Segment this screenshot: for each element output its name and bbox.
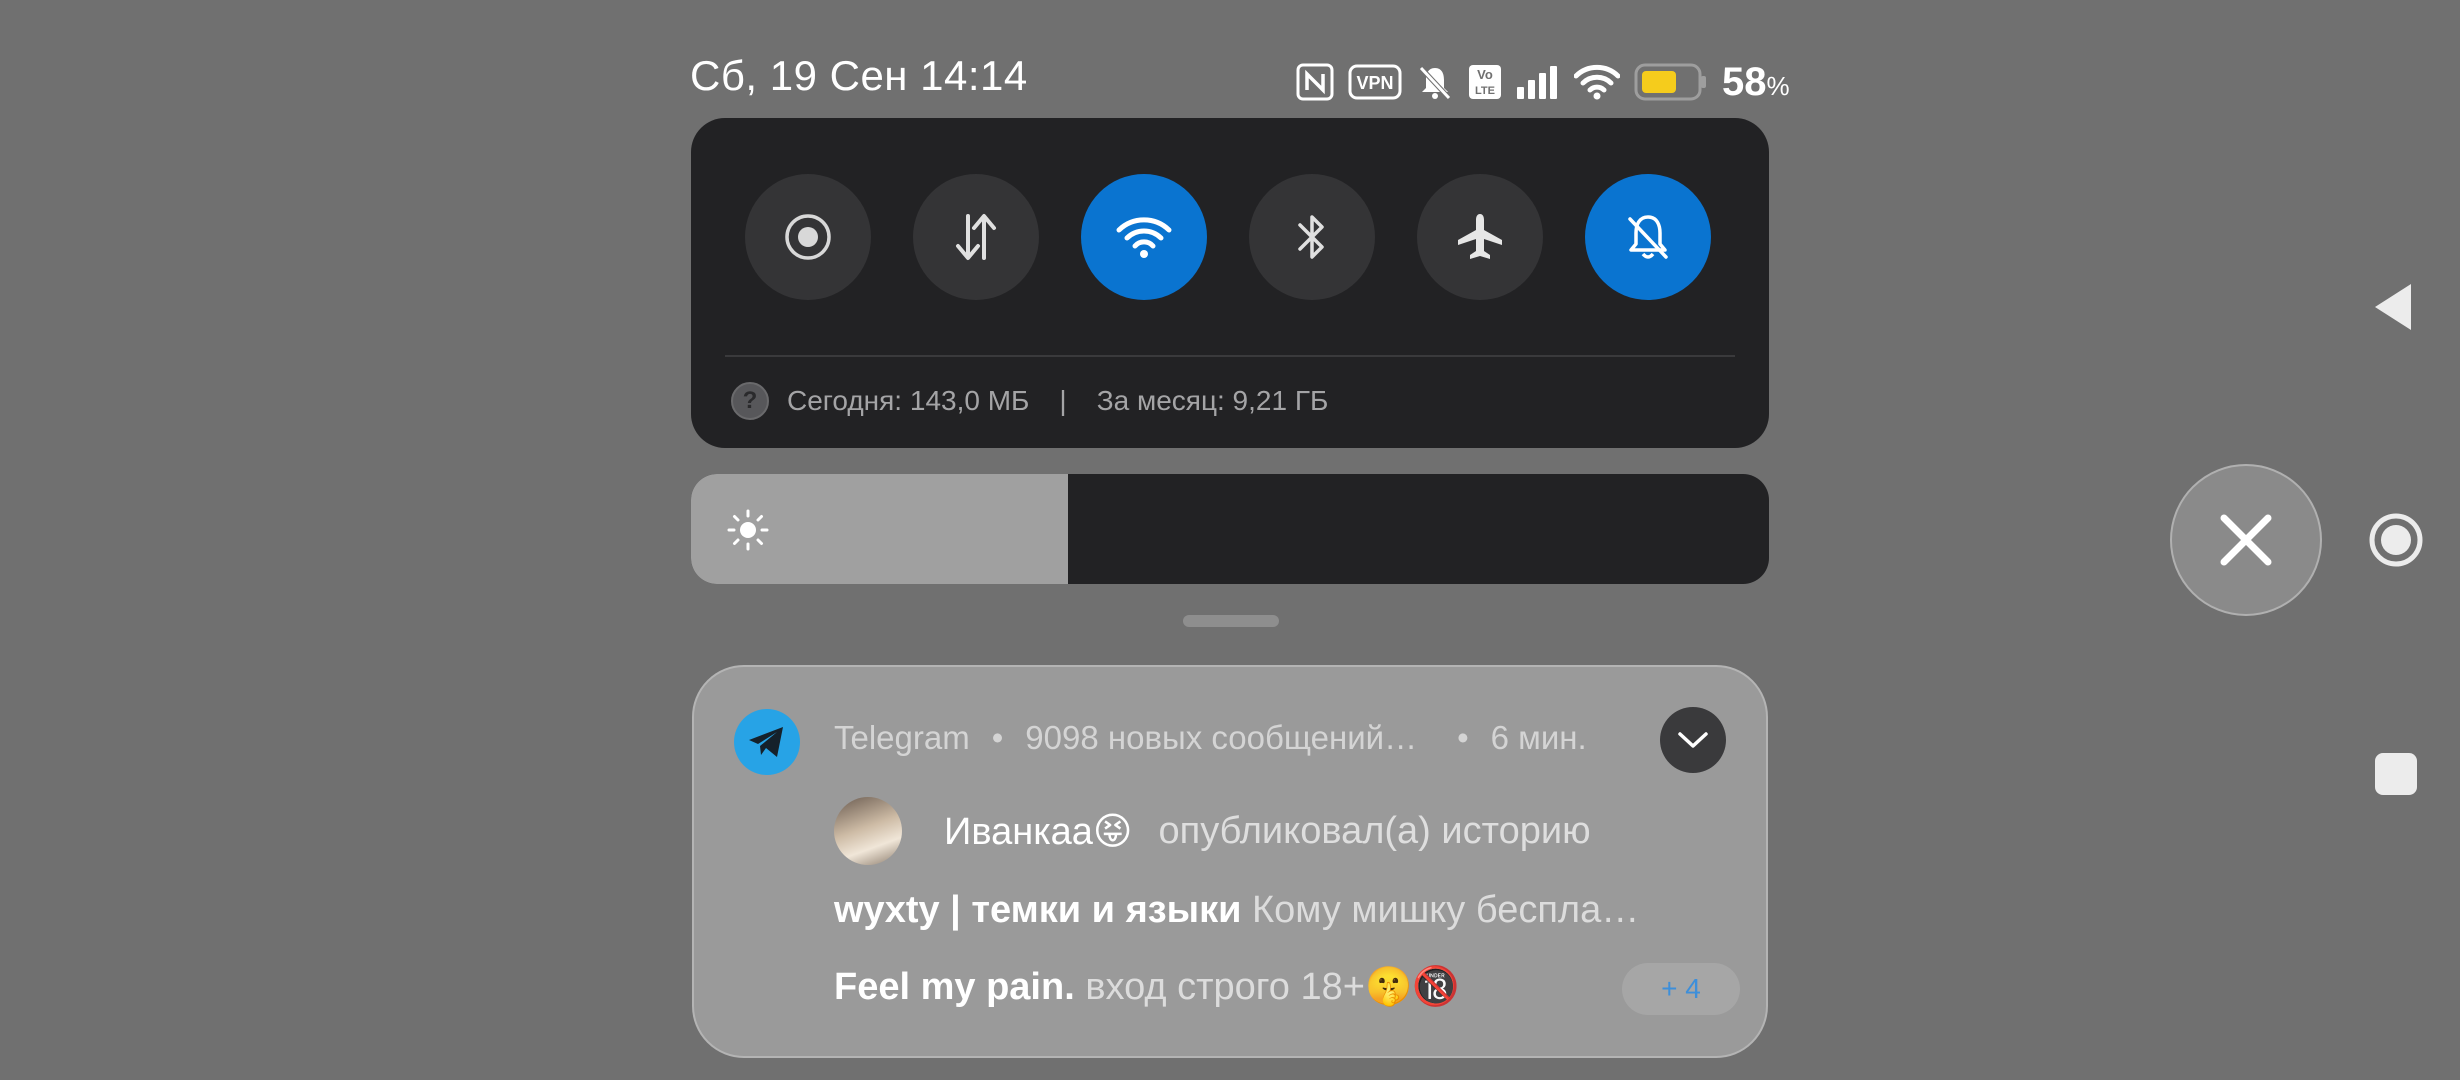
svg-text:Vo: Vo — [1477, 67, 1493, 82]
app-name: Telegram — [834, 719, 970, 756]
mute-icon — [1416, 63, 1454, 101]
home-icon[interactable] — [2368, 512, 2424, 568]
battery-percent: 58% — [1722, 59, 1790, 104]
expand-button[interactable] — [1660, 707, 1726, 773]
nfc-icon — [1296, 63, 1334, 101]
notification-time: 6 мин. — [1490, 719, 1587, 756]
divider — [725, 355, 1735, 357]
status-time: Сб, 19 Сен 14:14 — [690, 52, 1028, 99]
header-bullet: • — [991, 719, 1004, 756]
signal-icon — [1516, 65, 1560, 99]
back-icon[interactable] — [2373, 282, 2415, 332]
status-icons: VPN Vo LTE 58% — [1296, 56, 1790, 108]
notification-summary: 9098 новых сообщений… — [1025, 719, 1418, 756]
close-icon — [2220, 514, 2272, 566]
silent-toggle[interactable] — [1585, 174, 1711, 300]
wifi-icon — [1116, 217, 1172, 258]
usage-today: Сегодня: 143,0 МБ — [787, 385, 1030, 416]
notification-header: Telegram • 9098 новых сообщений… • 6 мин… — [834, 719, 1587, 757]
close-button[interactable] — [2170, 464, 2322, 616]
message-sender: wyxty | темки и языки — [834, 889, 1242, 931]
message-sender: Feel my pain. — [834, 966, 1075, 1008]
volte-icon: Vo LTE — [1468, 64, 1502, 100]
data-usage: ? Сегодня: 143,0 МБ | За месяц: 9,21 ГБ — [731, 380, 1328, 422]
message-sender: Иванкаа😝 — [944, 810, 1133, 853]
vpn-label: VPN — [1356, 73, 1393, 93]
svg-text:LTE: LTE — [1475, 85, 1495, 97]
brightness-slider[interactable] — [691, 474, 1769, 584]
telegram-icon — [734, 709, 800, 775]
bluetooth-icon — [1298, 215, 1324, 259]
drag-handle[interactable] — [1183, 615, 1279, 627]
chevron-down-icon — [1678, 732, 1708, 748]
telegram-notification[interactable]: Telegram • 9098 новых сообщений… • 6 мин… — [692, 665, 1768, 1058]
airplane-toggle[interactable] — [1417, 174, 1543, 300]
help-icon[interactable]: ? — [731, 382, 769, 420]
mobile-data-toggle[interactable] — [913, 174, 1039, 300]
battery-icon — [1634, 63, 1708, 101]
data-arrows-icon — [956, 214, 996, 260]
airplane-icon — [1458, 214, 1502, 259]
more-count-badge[interactable]: + 4 — [1622, 963, 1740, 1015]
sun-icon — [727, 509, 769, 551]
avatar — [834, 797, 902, 865]
header-bullet: • — [1457, 719, 1469, 756]
message-text: Кому мишку беспла… — [1252, 889, 1640, 931]
wifi-toggle[interactable] — [1081, 174, 1207, 300]
bluetooth-toggle[interactable] — [1249, 174, 1375, 300]
usage-month: За месяц: 9,21 ГБ — [1096, 385, 1329, 416]
bell-off-icon — [1628, 215, 1668, 259]
quick-settings-panel: ? Сегодня: 143,0 МБ | За месяц: 9,21 ГБ — [691, 118, 1769, 448]
vpn-icon: VPN — [1348, 64, 1402, 100]
usage-separator: | — [1059, 385, 1067, 416]
list-item: Иванкаа😝 опубликовал(а) историю — [834, 797, 1591, 865]
wifi-icon — [1574, 64, 1620, 100]
list-item: Feel my pain. вход строго 18+🤫🔞 — [834, 965, 1460, 1009]
message-text: опубликовал(а) историю — [1158, 809, 1591, 852]
message-text: вход строго 18+🤫🔞 — [1085, 966, 1460, 1008]
record-icon — [785, 214, 831, 260]
recents-icon[interactable] — [2375, 753, 2417, 795]
screen-record-toggle[interactable] — [745, 174, 871, 300]
list-item: wyxty | темки и языки Кому мишку беспла… — [834, 889, 1639, 932]
